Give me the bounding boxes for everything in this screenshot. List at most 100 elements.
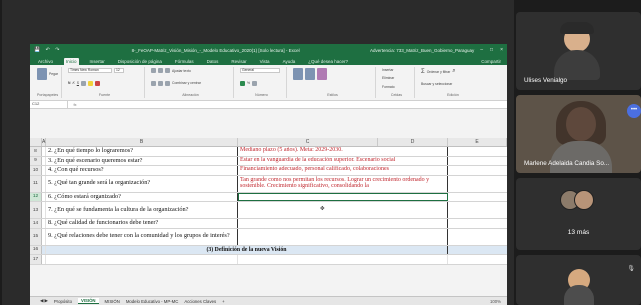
format-button[interactable]: Formato [382,85,411,89]
conditional-format-icon[interactable] [293,68,303,80]
wrap-text-button[interactable]: Ajustar texto [172,69,191,73]
column-header-c[interactable]: C [238,138,378,146]
font-color-icon[interactable] [94,80,100,86]
number-format-select[interactable]: General [240,68,280,73]
participant-tile[interactable]: ••• Marlene Adelaida Candia So... [516,95,641,173]
more-options-button[interactable]: ••• [627,104,641,118]
fill-color-icon[interactable] [87,80,93,86]
share-button[interactable]: Compartir [479,58,507,65]
cell[interactable] [448,219,507,228]
minimize-button[interactable]: – [480,47,483,53]
cell[interactable] [448,147,507,156]
sheet-tab-proposito[interactable]: Propósito [54,299,72,304]
font-size-select[interactable]: 12 [114,68,124,73]
answer-cell[interactable] [238,228,448,245]
zoom-level[interactable]: 100% [490,299,507,304]
align-bottom-icon[interactable] [165,68,170,73]
find-icon[interactable]: ⌕ [452,68,455,75]
section-heading-cell[interactable]: (3) Definición de la nueva Visión [46,245,448,254]
quick-access-toolbar[interactable]: 💾 ↶ ↷ [34,47,61,53]
row-number[interactable]: 16 [30,245,42,254]
tell-me-search[interactable]: ¿Qué desea hacer? [306,58,350,65]
format-table-icon[interactable] [305,68,315,80]
underline-button[interactable]: S [77,81,79,85]
sheet-tab-vision[interactable]: VISIÓN [77,298,99,304]
column-header-b[interactable]: B [46,138,238,146]
participant-tile[interactable]: 🎙 [516,255,641,305]
row-number[interactable]: 9 [30,156,42,165]
question-cell[interactable]: 9. ¿Qué relaciones debe tener con la com… [46,228,238,245]
row-number[interactable]: 12 [30,192,42,201]
row-number[interactable]: 8 [30,147,42,156]
align-middle-icon[interactable] [158,68,163,73]
question-cell[interactable]: 7. ¿En qué se fundamenta la cultura de l… [46,202,238,218]
row-number[interactable]: 14 [30,219,42,228]
row-number[interactable]: 17 [30,255,42,264]
tab-archivo[interactable]: Archivo [36,58,55,65]
row-number[interactable]: 15 [30,228,42,245]
close-button[interactable]: × [500,47,503,53]
cell[interactable] [238,255,448,264]
row-number[interactable]: 10 [30,166,42,175]
question-cell[interactable]: 6. ¿Cómo estará organizado? [46,192,238,201]
italic-button[interactable]: K [72,81,74,85]
question-cell[interactable]: 4. ¿Con qué recursos? [46,166,238,175]
cell-styles-icon[interactable] [317,68,327,80]
tab-datos[interactable]: Datos [205,58,221,65]
tab-insertar[interactable]: Insertar [88,58,107,65]
select-all-corner[interactable] [30,138,42,146]
tab-formulas[interactable]: Fórmulas [173,58,196,65]
tab-ayuda[interactable]: Ayuda [281,58,298,65]
tab-vista[interactable]: Vista [258,58,272,65]
cell[interactable] [448,166,507,175]
cell[interactable] [448,157,507,166]
cell[interactable] [448,229,507,245]
selected-answer-cell[interactable] [238,192,448,201]
sort-filter-button[interactable]: Ordenar y filtrar [427,70,451,74]
tab-revisar[interactable]: Revisar [229,58,248,65]
more-participants-tile[interactable]: 13 más [516,178,641,250]
answer-cell[interactable] [238,219,448,228]
sheet-nav-icon[interactable]: ◀ ▶ [40,298,48,304]
insert-button[interactable]: Insertar [382,68,411,72]
tab-disposicion[interactable]: Disposición de página [116,58,164,65]
function-icon[interactable]: fx [68,102,82,107]
answer-cell[interactable]: Estar en la vanguardia de la educación s… [238,156,448,165]
row-number[interactable]: 11 [30,175,42,192]
align-right-icon[interactable] [165,80,170,86]
question-cell[interactable]: 3. ¿En qué escenario queremos estar? [46,156,238,165]
decimal-icon[interactable] [252,80,258,86]
maximize-button[interactable]: □ [490,47,493,53]
cell[interactable] [46,255,238,264]
tab-inicio[interactable]: Inicio [64,58,79,65]
autosum-icon[interactable]: Σ [421,69,425,75]
row-number[interactable]: 13 [30,202,42,218]
participant-tile[interactable]: Ulises Venialgo [516,12,641,90]
cell[interactable] [448,176,507,192]
answer-cell[interactable]: ✥ [238,202,448,218]
question-cell[interactable]: 8. ¿Qué calidad de funcionarios debe ten… [46,219,238,228]
answer-cell[interactable]: Mediano plazo (5 años). Meta: 2029-2030. [238,147,448,156]
align-center-icon[interactable] [158,80,163,86]
percent-button[interactable]: % [247,81,250,85]
sheet-tab-acciones[interactable]: Acciones Claves [184,299,216,304]
cell[interactable] [448,246,507,255]
delete-button[interactable]: Eliminar [382,76,411,80]
align-left-icon[interactable] [151,80,156,86]
paste-icon[interactable] [37,68,47,80]
question-cell[interactable]: 5. ¿Qué tan grande será la organización? [46,175,238,192]
align-top-icon[interactable] [151,68,156,73]
cell[interactable] [448,193,507,202]
currency-icon[interactable] [240,80,245,86]
answer-cell[interactable]: Tan grande como nos permitan los recurso… [238,175,448,192]
merge-center-button[interactable]: Combinar y centrar [172,81,201,85]
add-sheet-button[interactable]: + [222,299,225,304]
borders-icon[interactable] [80,80,86,86]
bold-button[interactable]: N [68,81,70,85]
sheet-tab-modelo[interactable]: Modelo Educativo - MP-MC [126,299,179,304]
cell[interactable] [448,255,507,264]
column-header-e[interactable]: E [448,138,507,146]
cell[interactable] [448,202,507,218]
answer-cell[interactable]: Financiamiento adecuado, personal califi… [238,166,448,175]
question-cell[interactable]: 2. ¿En qué tiempo lo lograremos? [46,147,238,156]
